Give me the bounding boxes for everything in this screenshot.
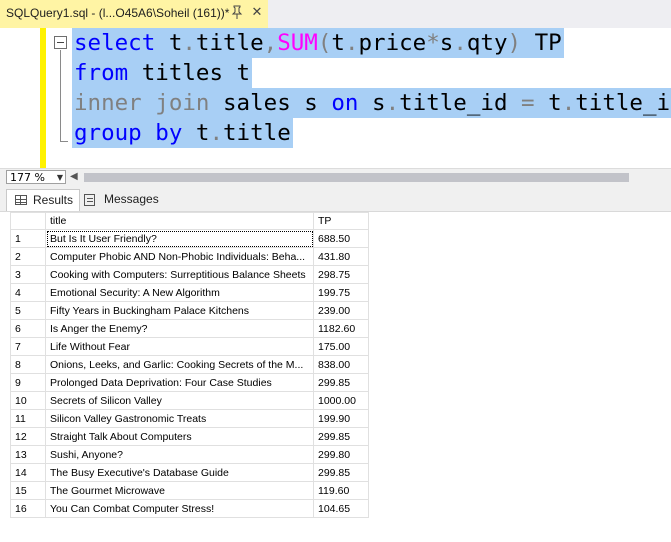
- messages-icon: [84, 194, 95, 206]
- title-cell[interactable]: Life Without Fear: [45, 337, 314, 356]
- tp-cell[interactable]: 688.50: [313, 229, 369, 248]
- row-number-cell[interactable]: 15: [10, 481, 46, 500]
- tp-cell[interactable]: 1182.60: [313, 319, 369, 338]
- tab-messages[interactable]: Messages: [82, 189, 159, 210]
- pin-icon[interactable]: [231, 5, 245, 21]
- row-number-cell[interactable]: 11: [10, 409, 46, 428]
- table-row[interactable]: 5 Fifty Years in Buckingham Palace Kitche…: [10, 301, 369, 320]
- table-row[interactable]: 7 Life Without Fear 175.00: [10, 337, 369, 356]
- column-header-tp[interactable]: TP: [313, 212, 369, 230]
- code-line-2[interactable]: from titles t: [72, 58, 253, 88]
- title-cell[interactable]: Straight Talk About Computers: [45, 427, 314, 446]
- table-row[interactable]: 9 Prolonged Data Deprivation: Four Case S…: [10, 373, 369, 392]
- row-number-header: [10, 212, 46, 230]
- zoom-dropdown[interactable]: 177 % ▼: [6, 170, 66, 184]
- table-row[interactable]: 8 Onions, Leeks, and Garlic: Cooking Secr…: [10, 355, 369, 374]
- row-number-cell[interactable]: 2: [10, 247, 46, 266]
- tp-cell[interactable]: 838.00: [313, 355, 369, 374]
- tp-cell[interactable]: 119.60: [313, 481, 369, 500]
- header-row: title TP: [10, 212, 369, 230]
- tp-cell[interactable]: 299.85: [313, 463, 369, 482]
- query-editor[interactable]: select t.title,SUM(t.price*s.qty) TP fro…: [0, 28, 671, 168]
- document-tab[interactable]: SQLQuery1.sql - (l...O45A6\Soheil (161))…: [0, 0, 268, 30]
- title-cell[interactable]: You Can Combat Computer Stress!: [45, 499, 314, 518]
- table-row[interactable]: 2 Computer Phobic AND Non-Phobic Individu…: [10, 247, 369, 266]
- tp-cell[interactable]: 199.90: [313, 409, 369, 428]
- table-row[interactable]: 10 Secrets of Silicon Valley 1000.00: [10, 391, 369, 410]
- scroll-left-icon[interactable]: ◀: [70, 171, 78, 182]
- table-row[interactable]: 3 Cooking with Computers: Surreptitious B…: [10, 265, 369, 284]
- outline-line: [60, 50, 61, 142]
- tab-messages-label: Messages: [104, 192, 159, 206]
- row-number-cell[interactable]: 12: [10, 427, 46, 446]
- chevron-down-icon[interactable]: ▼: [57, 171, 63, 185]
- title-cell[interactable]: Onions, Leeks, and Garlic: Cooking Secre…: [45, 355, 314, 374]
- tp-cell[interactable]: 298.75: [313, 265, 369, 284]
- tp-cell[interactable]: 299.85: [313, 373, 369, 392]
- table-row[interactable]: 4 Emotional Security: A New Algorithm 199.…: [10, 283, 369, 302]
- title-cell[interactable]: Prolonged Data Deprivation: Four Case St…: [45, 373, 314, 392]
- title-cell[interactable]: The Busy Executive's Database Guide: [45, 463, 314, 482]
- tp-cell[interactable]: 199.75: [313, 283, 369, 302]
- row-number-cell[interactable]: 3: [10, 265, 46, 284]
- tab-results[interactable]: Results: [6, 189, 80, 211]
- line-number-gutter: [0, 28, 40, 168]
- tp-cell[interactable]: 239.00: [313, 301, 369, 320]
- table-row[interactable]: 13 Sushi, Anyone? 299.80: [10, 445, 369, 464]
- table-row[interactable]: 6 Is Anger the Enemy? 1182.60: [10, 319, 369, 338]
- title-cell[interactable]: But Is It User Friendly?: [45, 229, 314, 248]
- table-row[interactable]: 12 Straight Talk About Computers 299.85: [10, 427, 369, 446]
- horizontal-scrollbar-thumb[interactable]: [84, 173, 629, 182]
- title-cell[interactable]: Is Anger the Enemy?: [45, 319, 314, 338]
- column-header-title[interactable]: title: [45, 212, 314, 230]
- tp-cell[interactable]: 431.80: [313, 247, 369, 266]
- table-row[interactable]: 11 Silicon Valley Gastronomic Treats 199.9…: [10, 409, 369, 428]
- close-icon[interactable]: ✕: [250, 5, 264, 21]
- code-line-3[interactable]: inner join sales s on s.title_id = t.tit…: [72, 88, 671, 118]
- outline-gutter: [46, 28, 56, 168]
- row-number-cell[interactable]: 9: [10, 373, 46, 392]
- row-number-cell[interactable]: 7: [10, 337, 46, 356]
- table-row[interactable]: 15 The Gourmet Microwave 119.60: [10, 481, 369, 500]
- title-cell[interactable]: Sushi, Anyone?: [45, 445, 314, 464]
- row-number-cell[interactable]: 16: [10, 499, 46, 518]
- results-table: title TP 1 But Is It User Friendly? 688.50…: [10, 212, 369, 518]
- row-number-cell[interactable]: 1: [10, 229, 46, 248]
- results-tab-strip: Results Messages: [0, 187, 671, 212]
- row-number-cell[interactable]: 5: [10, 301, 46, 320]
- tp-cell[interactable]: 1000.00: [313, 391, 369, 410]
- row-number-cell[interactable]: 13: [10, 445, 46, 464]
- title-cell[interactable]: Emotional Security: A New Algorithm: [45, 283, 314, 302]
- title-cell[interactable]: Silicon Valley Gastronomic Treats: [45, 409, 314, 428]
- grid-icon: [15, 195, 27, 205]
- row-number-cell[interactable]: 4: [10, 283, 46, 302]
- title-cell[interactable]: Computer Phobic AND Non-Phobic Individua…: [45, 247, 314, 266]
- tab-strip: SQLQuery1.sql - (l...O45A6\Soheil (161))…: [0, 0, 671, 30]
- tp-cell[interactable]: 104.65: [313, 499, 369, 518]
- title-cell[interactable]: Secrets of Silicon Valley: [45, 391, 314, 410]
- editor-status-bar: 177 % ▼ ◀: [0, 168, 671, 187]
- zoom-value: 177 %: [10, 171, 45, 184]
- table-row[interactable]: 14 The Busy Executive's Database Guide 299…: [10, 463, 369, 482]
- tp-cell[interactable]: 299.80: [313, 445, 369, 464]
- row-number-cell[interactable]: 6: [10, 319, 46, 338]
- collapse-icon[interactable]: [54, 36, 67, 49]
- results-grid[interactable]: title TP 1 But Is It User Friendly? 688.50…: [0, 212, 671, 542]
- tp-cell[interactable]: 175.00: [313, 337, 369, 356]
- outline-end: [60, 141, 68, 142]
- document-tab-title: SQLQuery1.sql - (l...O45A6\Soheil (161))…: [6, 6, 230, 20]
- row-number-cell[interactable]: 8: [10, 355, 46, 374]
- code-line-1[interactable]: select t.title,SUM(t.price*s.qty) TP: [72, 28, 564, 58]
- tab-results-label: Results: [33, 193, 74, 207]
- title-cell[interactable]: The Gourmet Microwave: [45, 481, 314, 500]
- tp-cell[interactable]: 299.85: [313, 427, 369, 446]
- row-number-cell[interactable]: 14: [10, 463, 46, 482]
- table-row[interactable]: 1 But Is It User Friendly? 688.50: [10, 229, 369, 248]
- row-number-cell[interactable]: 10: [10, 391, 46, 410]
- table-row[interactable]: 16 You Can Combat Computer Stress! 104.65: [10, 499, 369, 518]
- code-line-4[interactable]: group by t.title: [72, 118, 293, 148]
- title-cell[interactable]: Cooking with Computers: Surreptitious Ba…: [45, 265, 314, 284]
- title-cell[interactable]: Fifty Years in Buckingham Palace Kitchen…: [45, 301, 314, 320]
